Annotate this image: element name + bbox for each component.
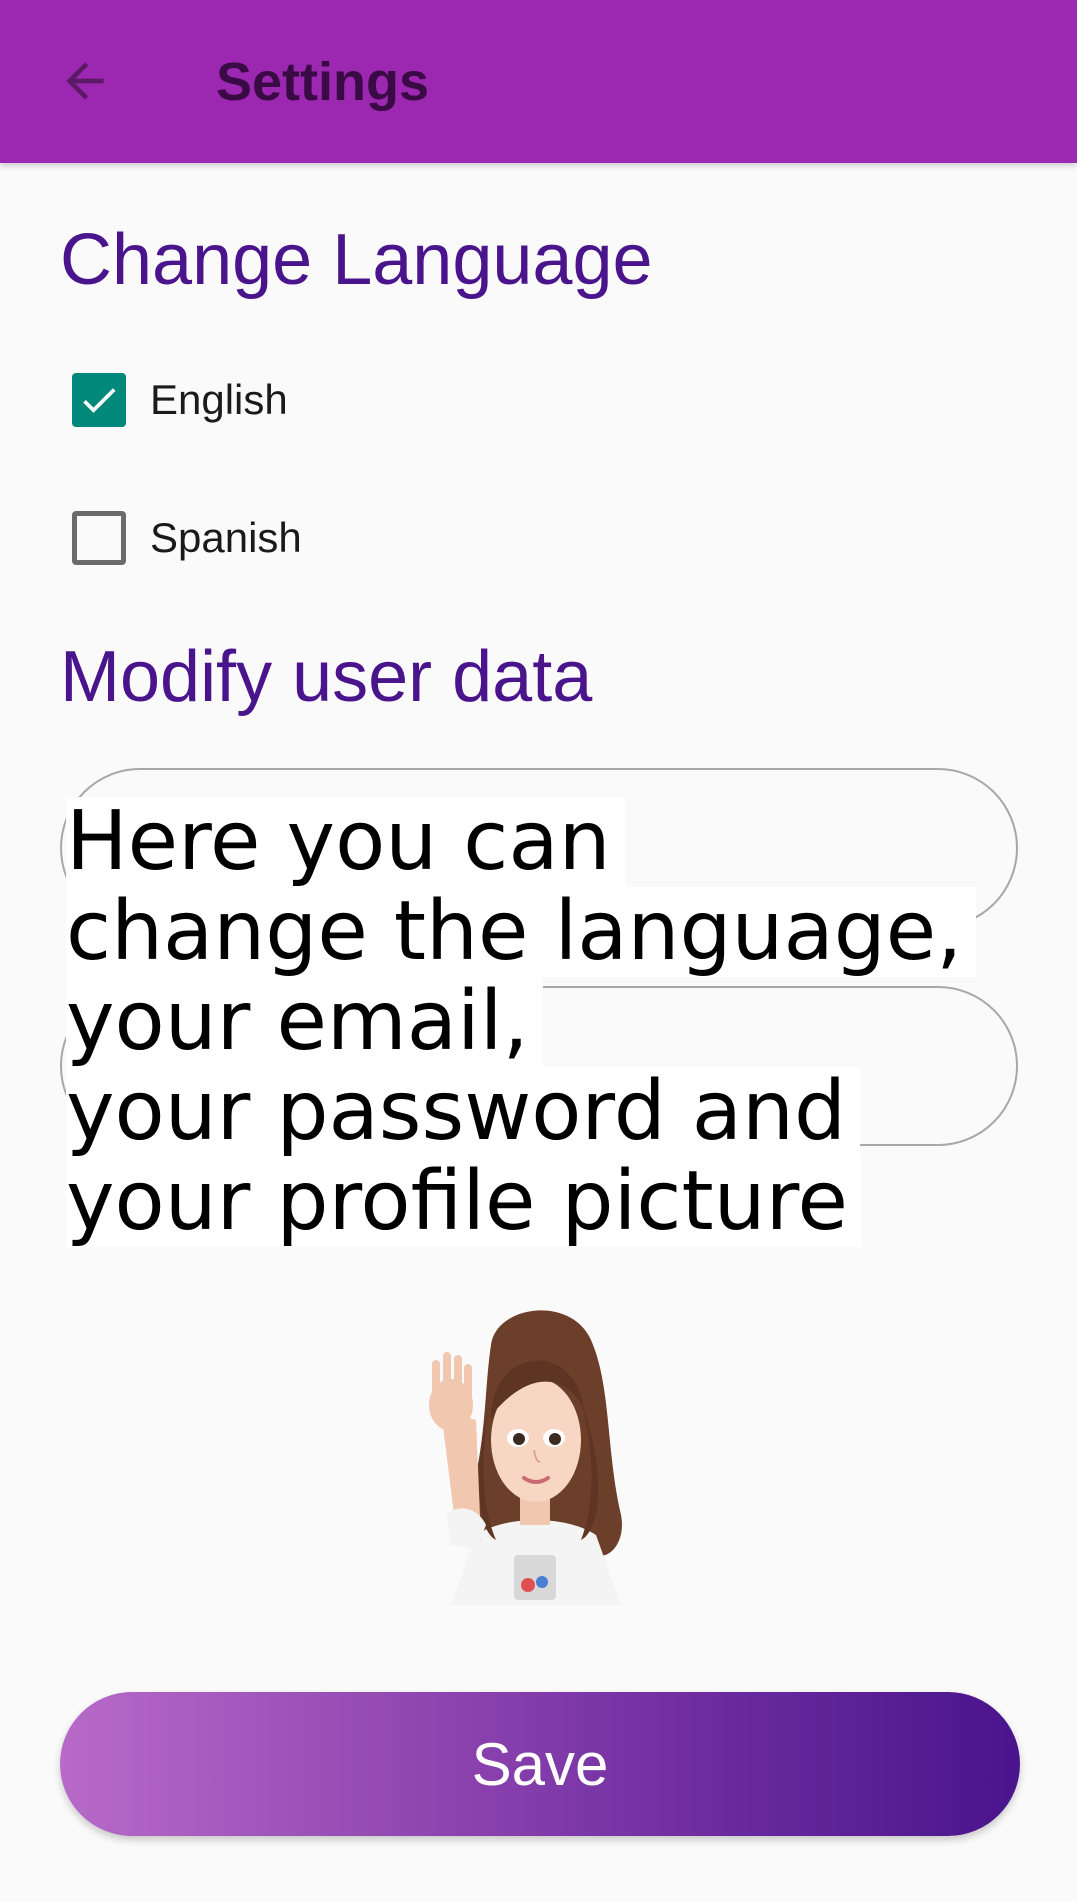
checkbox-label-spanish: Spanish [150,514,302,561]
overlay-line: your profile picture [66,1157,862,1247]
check-icon [83,388,116,413]
overlay-line: Here you can [66,797,625,887]
page-title: Settings [216,52,430,112]
checkbox-spanish[interactable]: Spanish [72,508,302,568]
overlay-line: your password and [66,1067,861,1157]
checkbox-label-english: English [150,376,288,423]
arrow-left-icon [66,62,104,100]
overlay-line: your email, [66,977,543,1067]
overlay-line: change the language, [66,887,977,977]
change-language-title: Change Language [60,220,653,300]
modify-user-data-title: Modify user data [60,637,593,717]
checkbox-checked[interactable] [72,373,126,427]
checkbox-unchecked[interactable] [72,511,126,565]
app-bar: Settings [0,0,1077,163]
help-overlay-text: Here you can change the language, your e… [66,797,977,1247]
save-button-label: Save [471,1730,609,1798]
waving-girl-avatar [429,1310,622,1605]
checkbox-english[interactable]: English [72,370,288,430]
save-button[interactable]: Save [60,1692,1020,1836]
settings-screen: Settings Change Language English Spanish… [0,0,1077,1902]
back-button[interactable] [40,36,130,126]
